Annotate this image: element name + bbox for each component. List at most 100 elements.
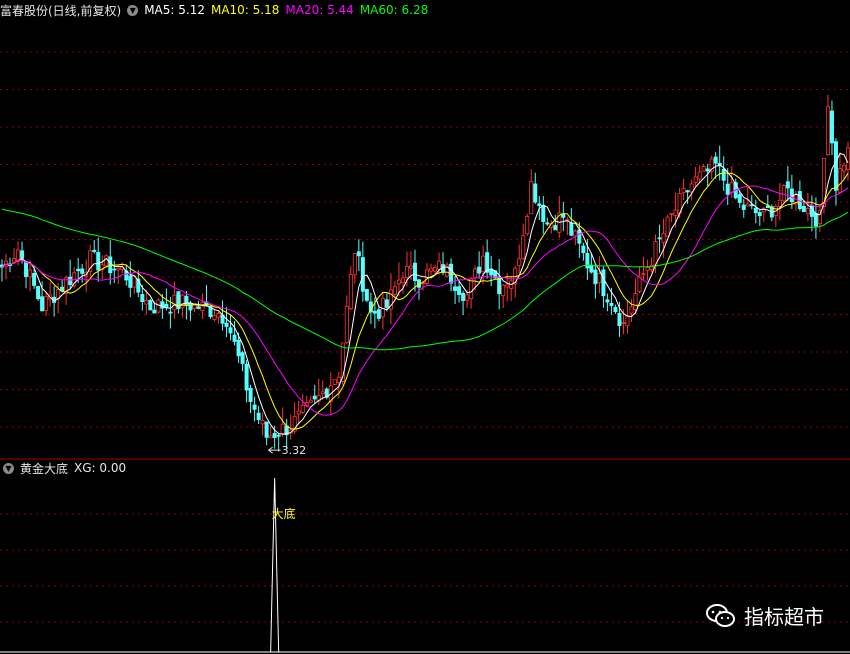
- candle-down: [360, 257, 365, 292]
- candle-up: [44, 296, 49, 311]
- candle-up: [300, 404, 305, 413]
- candle-down: [112, 268, 117, 271]
- low-price-label: 3.32: [282, 444, 307, 457]
- candle-down: [457, 286, 462, 295]
- indicator-title: 黄金大底: [20, 461, 69, 476]
- candle-up: [529, 180, 534, 215]
- price-chart: 3.32 大底: [0, 0, 850, 654]
- candle-down: [196, 306, 201, 309]
- candle-up: [837, 168, 842, 193]
- candle-down: [581, 245, 586, 254]
- candle-down: [721, 168, 726, 181]
- candle-down: [705, 168, 710, 172]
- candle-up: [404, 265, 409, 278]
- candle-down: [617, 313, 622, 327]
- ma5-label: MA5: 5.12: [144, 3, 205, 17]
- candle-down: [36, 286, 41, 300]
- candle-up: [212, 315, 217, 321]
- candle-up: [28, 269, 33, 278]
- candle-up: [392, 286, 397, 295]
- chevron-down-icon[interactable]: ▼: [3, 462, 14, 474]
- candle-down: [553, 225, 558, 231]
- candle-up: [597, 273, 602, 284]
- candle-down: [605, 299, 610, 303]
- candle-down: [152, 309, 157, 314]
- candle-down: [228, 327, 233, 334]
- candle-up: [845, 147, 850, 170]
- candle-up: [661, 233, 666, 243]
- candle-up: [320, 391, 325, 395]
- candle-down: [372, 310, 377, 314]
- candle-up: [172, 294, 177, 311]
- main-header: 富春股份(日线,前复权) ▼ MA5: 5.12 MA10: 5.18 MA20…: [0, 1, 434, 19]
- candle-up: [408, 265, 413, 269]
- candle-up: [777, 199, 782, 207]
- candle-up: [144, 300, 149, 305]
- candle-down: [40, 296, 45, 312]
- candle-down: [613, 307, 618, 313]
- candle-up: [156, 299, 161, 313]
- candle-down: [68, 276, 73, 285]
- candle-up: [473, 268, 478, 279]
- candle-down: [813, 213, 818, 227]
- candle-down: [148, 300, 153, 311]
- candle-down: [244, 363, 249, 391]
- candle-down: [757, 212, 762, 217]
- candle-up: [400, 277, 405, 284]
- candle-down: [461, 292, 466, 301]
- candle-up: [308, 399, 313, 403]
- candle-down: [272, 432, 277, 438]
- candle-down: [264, 421, 269, 438]
- candle-down: [188, 303, 193, 311]
- candle-down: [384, 299, 389, 308]
- candle-down: [96, 252, 101, 271]
- candle-up: [825, 106, 830, 156]
- chevron-down-icon[interactable]: ▼: [127, 4, 139, 16]
- candle-up: [268, 435, 273, 439]
- candle-down: [236, 339, 241, 357]
- candle-up: [352, 253, 357, 276]
- candle-up: [469, 278, 474, 300]
- candle-down: [657, 237, 662, 240]
- candle-down: [276, 434, 281, 437]
- candle-up: [697, 171, 702, 180]
- candle-down: [240, 352, 245, 364]
- candle-up: [645, 267, 650, 272]
- candle-down: [256, 412, 261, 420]
- candle-down: [785, 181, 790, 189]
- candle-down: [753, 207, 758, 214]
- candle-up: [429, 267, 434, 272]
- candle-up: [296, 410, 301, 415]
- candle-down: [541, 204, 546, 222]
- candle-up: [12, 258, 17, 263]
- candle-down: [168, 311, 173, 314]
- watermark-text: 指标超市: [744, 605, 824, 629]
- candle-up: [336, 376, 341, 383]
- candle-down: [829, 110, 834, 144]
- candle-up: [805, 208, 810, 215]
- candle-up: [693, 176, 698, 183]
- candle-up: [501, 284, 506, 297]
- candle-down: [76, 268, 81, 272]
- candle-down: [533, 183, 538, 203]
- ma60-label: MA60: 6.28: [359, 3, 429, 17]
- watermark: 指标超市: [706, 601, 824, 630]
- candle-down: [376, 309, 381, 319]
- candle-up: [104, 255, 109, 267]
- candle-up: [517, 258, 522, 266]
- stock-title: 富春股份(日线,前复权): [0, 3, 122, 18]
- candle-down: [725, 183, 730, 195]
- xg-value: XG: 0.00: [74, 461, 127, 475]
- candle-down: [801, 206, 806, 212]
- candle-up: [625, 315, 630, 327]
- candle-down: [248, 387, 253, 402]
- candle-down: [741, 204, 746, 210]
- candle-up: [216, 313, 221, 318]
- candle-down: [92, 249, 97, 252]
- candle-up: [633, 293, 638, 310]
- candle-down: [833, 141, 838, 191]
- ma10-label: MA10: 5.18: [210, 3, 280, 17]
- candle-up: [745, 203, 750, 207]
- candle-up: [669, 213, 674, 216]
- candle-down: [609, 303, 614, 307]
